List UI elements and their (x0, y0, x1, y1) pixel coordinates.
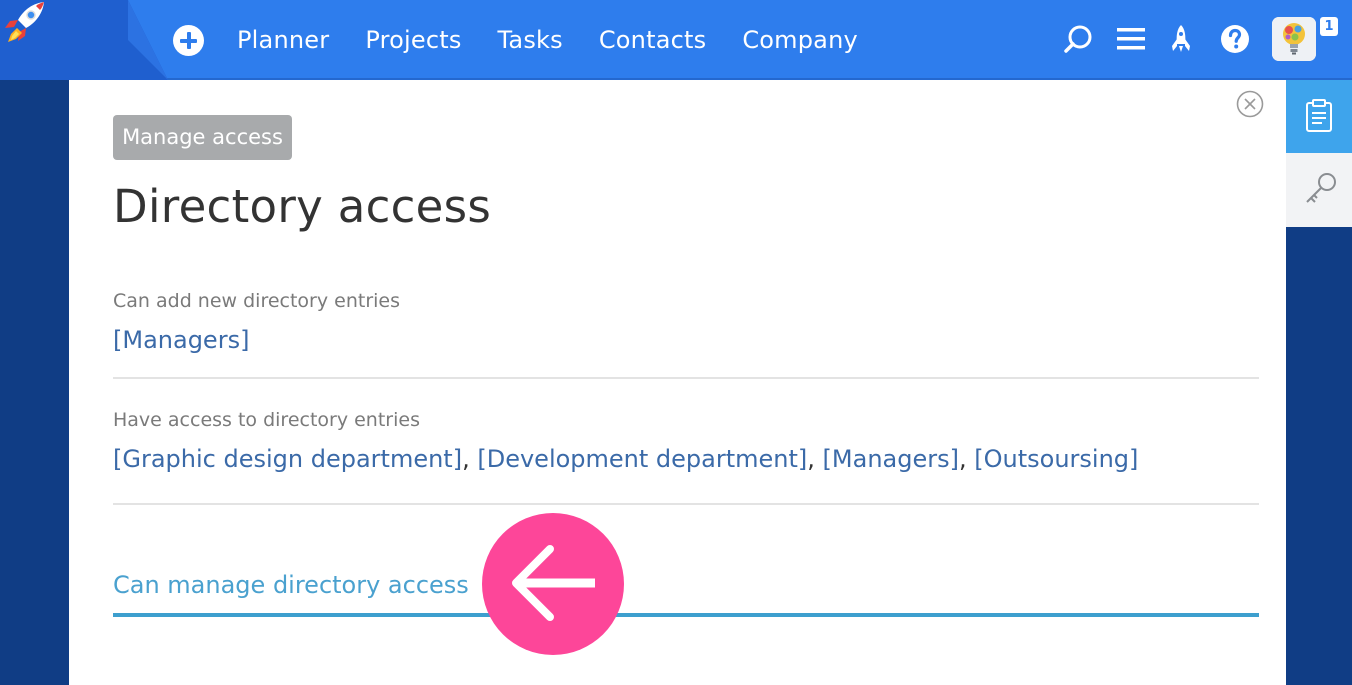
rocket-logo-icon (5, 2, 44, 42)
nav-item-planner[interactable]: Planner (237, 26, 329, 54)
divider (113, 503, 1259, 505)
group-link-development[interactable]: [Development department] (477, 445, 807, 473)
nav-item-company[interactable]: Company (742, 26, 858, 54)
lightbulb-avatar-icon (1272, 17, 1316, 61)
manage-access-underline (113, 613, 1259, 617)
back-arrow-button[interactable] (482, 513, 624, 655)
close-icon[interactable] (1236, 90, 1264, 118)
search-icon[interactable] (1061, 22, 1095, 56)
nav-item-tasks[interactable]: Tasks (498, 26, 563, 54)
add-entries-groups: [Managers] (113, 326, 1259, 354)
directory-access-panel: Manage access Directory access Can add n… (69, 80, 1286, 685)
group-link-managers[interactable]: [Managers] (823, 445, 959, 473)
arrow-left-icon (512, 545, 595, 621)
nav-item-contacts[interactable]: Contacts (599, 26, 706, 54)
avatar[interactable] (1272, 17, 1316, 61)
logo-area[interactable] (0, 0, 168, 80)
access-entries-section: Have access to directory entries [Graphi… (113, 409, 1259, 473)
separator: , (958, 445, 967, 473)
group-link-managers[interactable]: [Managers] (113, 326, 249, 354)
clipboard-icon (1306, 99, 1332, 132)
manage-access-tab[interactable]: Can manage directory access (113, 571, 469, 599)
side-tab-clipboard[interactable] (1286, 80, 1352, 153)
manage-access-badge: Manage access (113, 115, 292, 160)
main-nav: Planner Projects Tasks Contacts Company (237, 0, 894, 80)
key-icon (1306, 173, 1336, 203)
menu-icon[interactable] (1114, 22, 1148, 56)
add-entries-label: Can add new directory entries (113, 290, 401, 312)
notification-count-badge[interactable]: 1 (1320, 17, 1338, 36)
side-tab-key[interactable] (1286, 153, 1352, 227)
group-link-graphic-design[interactable]: [Graphic design department] (113, 445, 462, 473)
separator: , (807, 445, 815, 473)
add-button[interactable] (173, 25, 204, 56)
add-entries-section: Can add new directory entries [Managers] (113, 290, 1259, 354)
nav-item-projects[interactable]: Projects (365, 26, 461, 54)
separator: , (462, 445, 470, 473)
divider (113, 377, 1259, 379)
group-link-outsoursing[interactable]: [Outsoursing] (974, 445, 1138, 473)
top-navigation-bar: Planner Projects Tasks Contacts Company (0, 0, 1352, 80)
page-title: Directory access (113, 180, 492, 233)
help-icon[interactable] (1218, 22, 1252, 56)
access-entries-groups: [Graphic design department], [Developmen… (113, 445, 1259, 473)
access-entries-label: Have access to directory entries (113, 409, 420, 431)
rocket-icon[interactable] (1164, 22, 1198, 56)
